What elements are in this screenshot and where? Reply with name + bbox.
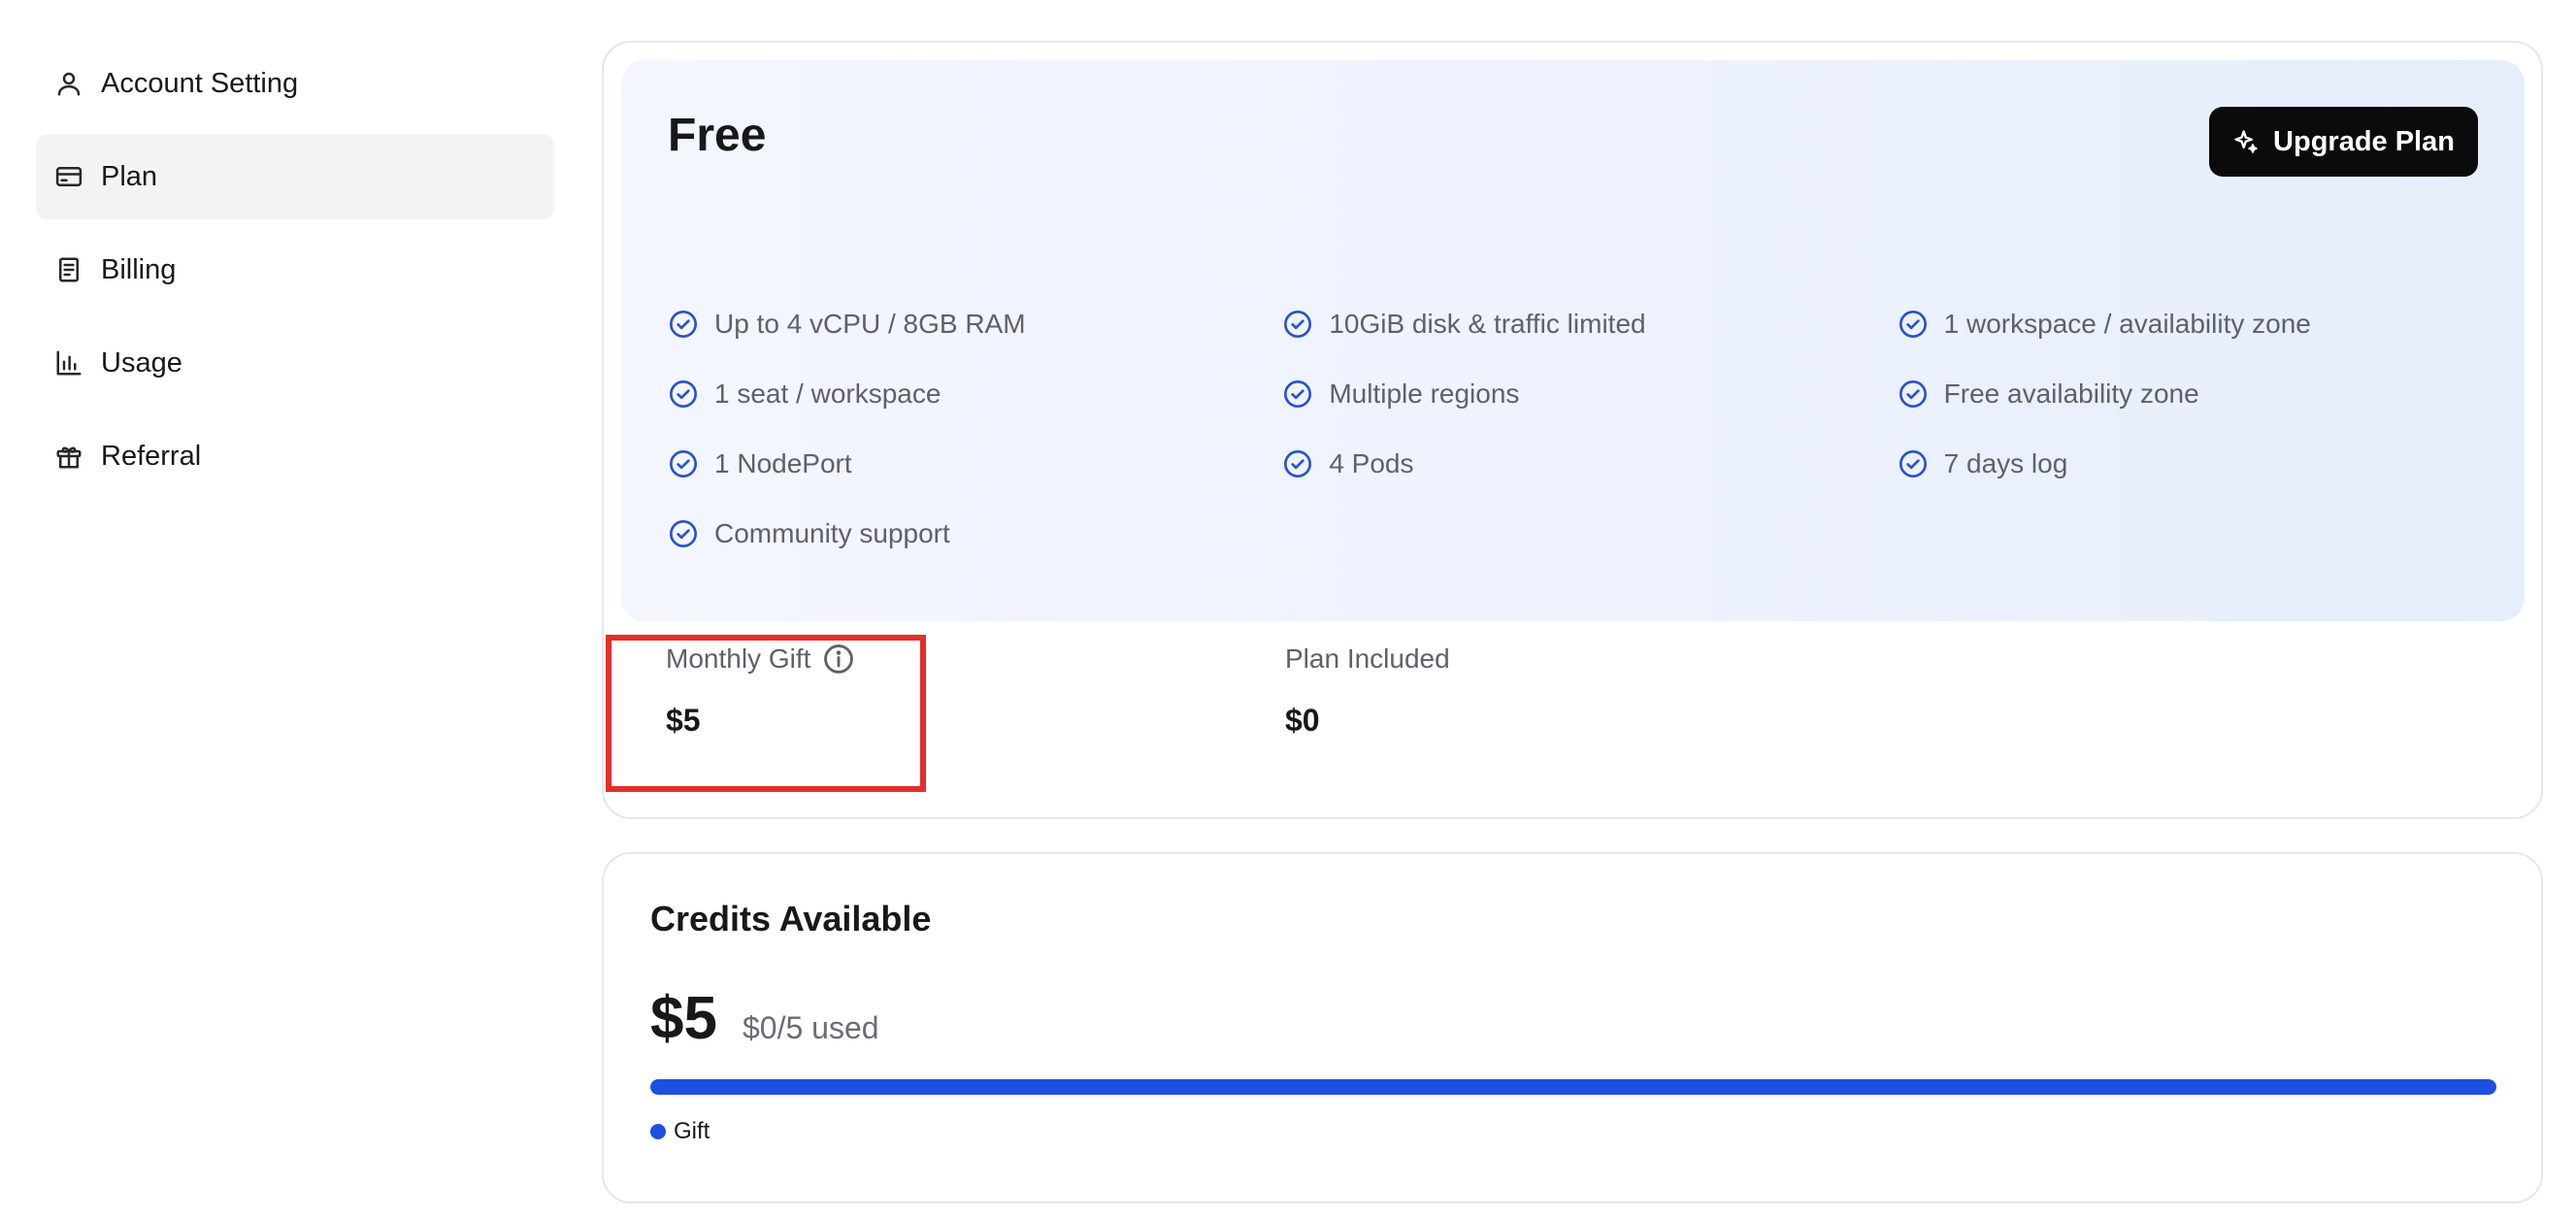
credits-used: $0/5 used <box>742 1010 879 1045</box>
feature-label: 1 NodePort <box>714 448 852 478</box>
feature-label: Up to 4 vCPU / 8GB RAM <box>714 309 1026 339</box>
feature-label: 4 Pods <box>1329 448 1414 478</box>
plan-included-stat: Plan Included $0 <box>1285 625 1450 739</box>
feature-label: 7 days log <box>1943 448 2068 478</box>
plan-included-label: Plan Included <box>1285 643 1450 674</box>
feature-list: Up to 4 vCPU / 8GB RAM 10GiB disk & traff… <box>668 289 2512 569</box>
check-circle-icon <box>1284 450 1312 477</box>
check-circle-icon <box>670 450 697 477</box>
feature-item: Multiple regions <box>1282 379 1897 410</box>
upgrade-plan-label: Upgrade Plan <box>2273 125 2455 157</box>
gift-icon <box>52 440 85 473</box>
feature-label: 1 workspace / availability zone <box>1943 309 2311 339</box>
feature-item: 10GiB disk & traffic limited <box>1282 309 1897 340</box>
sidebar-item-account-setting[interactable]: Account Setting <box>36 41 554 126</box>
check-circle-icon <box>670 380 697 408</box>
receipt-icon <box>52 253 85 286</box>
feature-label: Multiple regions <box>1329 379 1520 409</box>
legend-dot <box>650 1124 666 1139</box>
feature-item: Free availability zone <box>1898 379 2512 410</box>
check-circle-icon <box>1899 311 1927 338</box>
sidebar-item-billing[interactable]: Billing <box>36 227 554 313</box>
credits-card: Credits Available $5 $0/5 used Gift <box>602 852 2543 1203</box>
feature-label: Free availability zone <box>1943 379 2199 409</box>
feature-label: 1 seat / workspace <box>714 379 941 409</box>
credits-amount: $5 <box>650 985 717 1052</box>
check-circle-icon <box>670 311 697 338</box>
check-circle-icon <box>1899 450 1927 477</box>
sidebar-item-label: Usage <box>101 346 182 379</box>
sidebar-item-label: Plan <box>101 160 158 192</box>
feature-item: 1 workspace / availability zone <box>1898 309 2512 340</box>
plan-name: Free <box>668 110 767 161</box>
feature-label: Community support <box>714 518 950 548</box>
feature-item: 1 NodePort <box>668 448 1282 479</box>
feature-label: 10GiB disk & traffic limited <box>1329 309 1646 339</box>
user-icon <box>52 67 85 100</box>
credits-title: Credits Available <box>650 899 932 938</box>
feature-row: Up to 4 vCPU / 8GB RAM 10GiB disk & traff… <box>668 289 2512 359</box>
feature-item: 1 seat / workspace <box>668 379 1282 410</box>
feature-item: Up to 4 vCPU / 8GB RAM <box>668 309 1282 340</box>
check-circle-icon <box>670 520 697 547</box>
sparkle-icon <box>2234 130 2258 153</box>
check-circle-icon <box>1284 380 1312 408</box>
credits-progress-fill <box>650 1079 2496 1095</box>
plan-card: Free Upgrade Plan Up to 4 vCPU / 8GB RAM… <box>602 41 2543 819</box>
sidebar-item-label: Referral <box>101 440 202 472</box>
feature-item: Community support <box>668 518 1283 549</box>
sidebar-item-label: Billing <box>101 253 177 285</box>
check-circle-icon <box>1899 380 1927 408</box>
sidebar-item-label: Account Setting <box>101 67 299 99</box>
feature-row: 1 NodePort 4 Pods 7 days log <box>668 429 2512 499</box>
highlight-box <box>606 635 926 792</box>
check-circle-icon <box>1284 311 1312 338</box>
upgrade-plan-button[interactable]: Upgrade Plan <box>2209 107 2478 177</box>
sidebar-item-usage[interactable]: Usage <box>36 320 554 406</box>
credit-card-icon <box>52 160 85 193</box>
credits-progress-bar <box>650 1079 2496 1095</box>
feature-item: 7 days log <box>1898 448 2512 479</box>
sidebar-item-plan[interactable]: Plan <box>36 134 554 219</box>
legend-label: Gift <box>674 1118 710 1144</box>
feature-item: 4 Pods <box>1282 448 1897 479</box>
feature-row: 1 seat / workspace Multiple regions Free a… <box>668 359 2512 429</box>
plan-hero: Free Upgrade Plan Up to 4 vCPU / 8GB RAM… <box>621 60 2525 621</box>
credits-legend: Gift <box>650 1118 710 1145</box>
credits-amount-row: $5 $0/5 used <box>650 984 879 1053</box>
settings-sidebar: Account Setting Plan Billing Usage Refer… <box>36 41 554 507</box>
bar-chart-icon <box>52 346 85 379</box>
feature-row: Community support <box>668 499 2512 569</box>
sidebar-item-referral[interactable]: Referral <box>36 413 554 499</box>
plan-included-value: $0 <box>1285 703 1320 738</box>
